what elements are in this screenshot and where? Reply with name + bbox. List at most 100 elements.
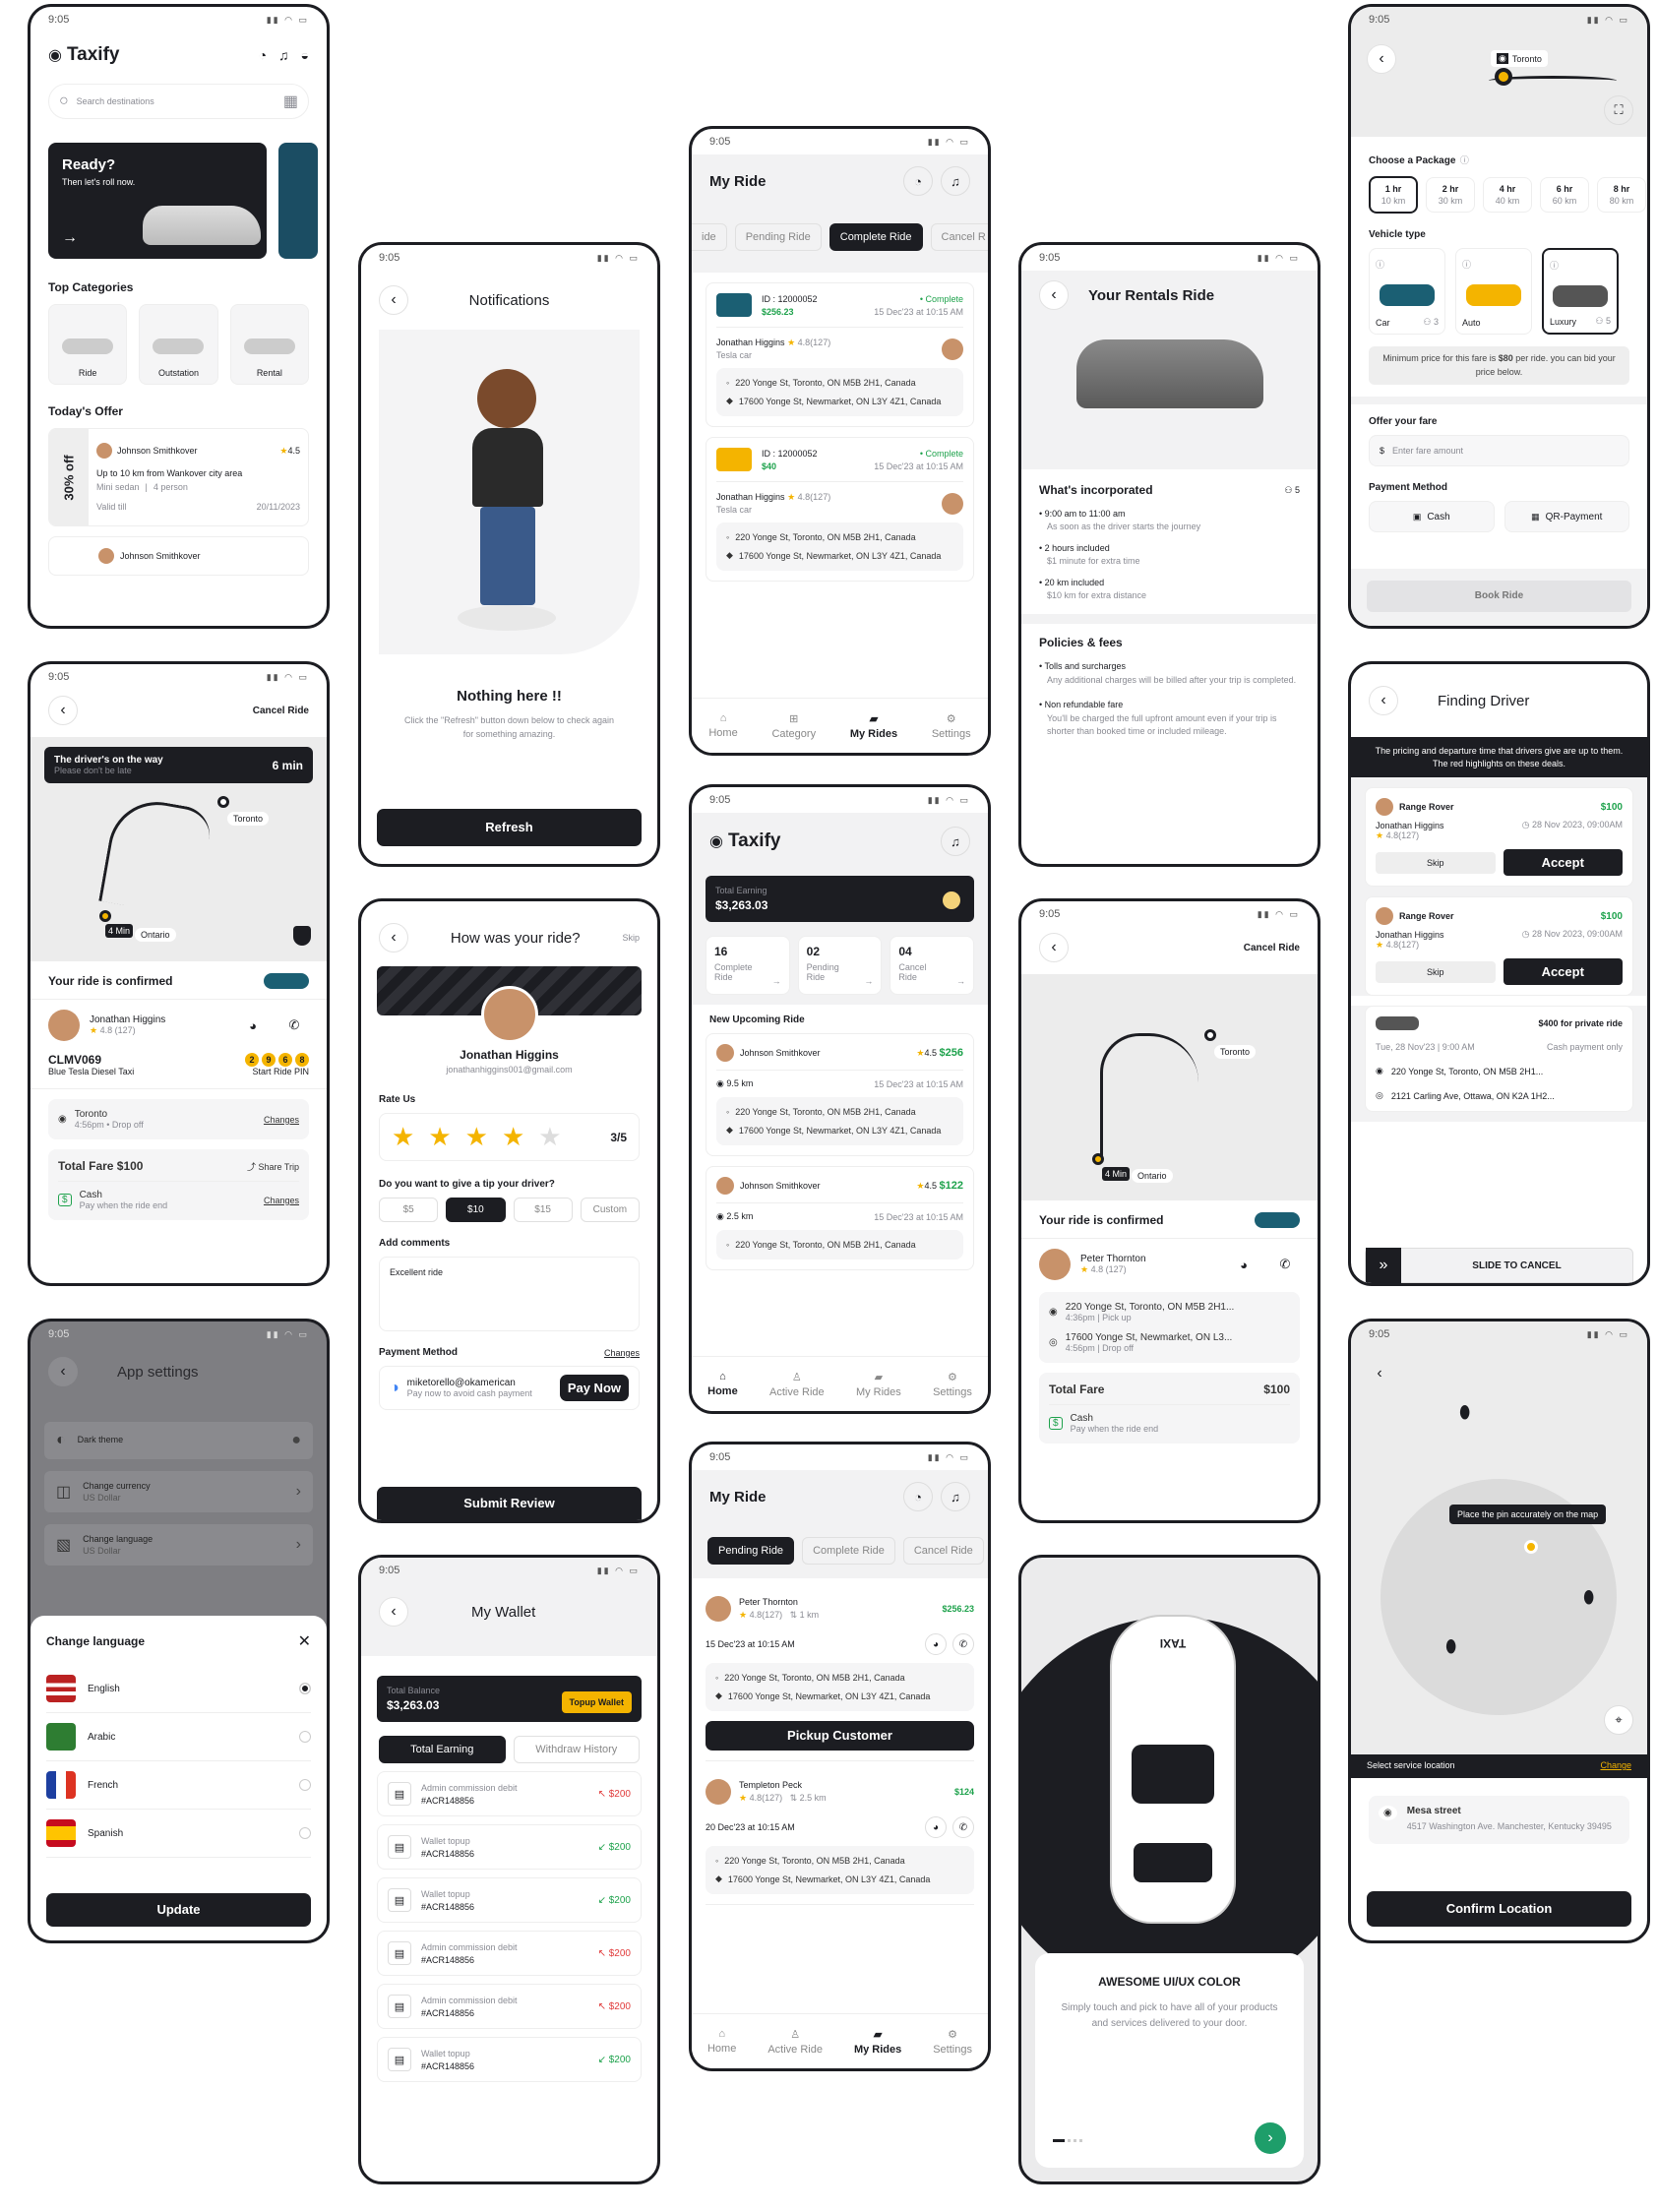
language-option[interactable]: Spanish: [46, 1810, 311, 1858]
changes-link[interactable]: Changes: [264, 1196, 299, 1205]
nav-active-ride[interactable]: ♙ Active Ride: [767, 2028, 823, 2056]
tip-option[interactable]: $5: [379, 1198, 439, 1222]
settings-item[interactable]: ◫ Change currency US Dollar ›: [44, 1471, 313, 1512]
pending-ride-card[interactable]: Templeton Peck ★ 4.8(127) ⇅ 2.5 km $124 20 …: [706, 1769, 974, 1905]
tab-complete[interactable]: Complete Ride: [802, 1537, 895, 1565]
arrow-right-icon[interactable]: →: [62, 229, 78, 247]
transaction-item[interactable]: ▤ Wallet topup #ACR148856 ↙ $200: [377, 1877, 642, 1923]
topup-button[interactable]: Topup Wallet: [561, 1691, 632, 1713]
back-button[interactable]: ‹: [1367, 44, 1396, 74]
changes-link[interactable]: Changes: [264, 1115, 299, 1125]
promo-banner[interactable]: Ready? Then let's roll now. →: [48, 143, 267, 259]
offer-card[interactable]: 30% off Johnson Smithkover ★4.5 Up to 10 …: [48, 428, 309, 526]
chat-icon[interactable]: ◕: [238, 1011, 268, 1040]
back-button[interactable]: ‹: [379, 923, 408, 952]
nav-settings[interactable]: ⚙ Settings: [933, 2028, 972, 2056]
star-icon[interactable]: ★: [502, 1122, 524, 1152]
settings-item[interactable]: ◐ Dark theme ●: [44, 1422, 313, 1459]
vehicle-option[interactable]: ⓘ Auto: [1455, 248, 1532, 335]
cancel-ride-link[interactable]: Cancel Ride: [1244, 943, 1300, 953]
nav-settings[interactable]: ⚙ Settings: [932, 712, 971, 740]
map-view[interactable]: 9:05 ▮▮ ◠ ▭ ‹ ⬮ Place the pin accurately …: [1351, 1321, 1647, 1754]
map-view[interactable]: Toronto 4 Min Ontario: [1021, 974, 1318, 1200]
accept-button[interactable]: Accept: [1503, 849, 1623, 877]
settings-item[interactable]: ▧ Change language US Dollar ›: [44, 1524, 313, 1566]
nav-active-ride[interactable]: ♙ Active Ride: [769, 1371, 825, 1398]
skip-button[interactable]: Skip: [1376, 851, 1496, 874]
nav-category[interactable]: ⊞ Category: [771, 712, 816, 740]
star-icon[interactable]: ★: [538, 1122, 561, 1152]
language-option[interactable]: French: [46, 1761, 311, 1810]
map-view[interactable]: 9:05 ▮▮ ◠ ▭ ‹ ◉ Toronto ⛶: [1351, 7, 1647, 137]
language-option[interactable]: Arabic: [46, 1713, 311, 1761]
star-icon[interactable]: ★: [428, 1122, 451, 1152]
nav-my-rides[interactable]: ▰ My Rides: [856, 1371, 901, 1398]
phone-icon[interactable]: ✆: [952, 1816, 974, 1838]
star-icon[interactable]: ★: [392, 1122, 414, 1152]
package-option[interactable]: 2 hr 30 km: [1426, 177, 1475, 213]
language-option[interactable]: English: [46, 1665, 311, 1713]
support-icon[interactable]: ◔: [903, 1482, 933, 1511]
update-button[interactable]: Update: [46, 1893, 311, 1927]
package-option[interactable]: 6 hr 60 km: [1540, 177, 1589, 213]
bell-icon[interactable]: ♫: [941, 1482, 970, 1511]
support-icon[interactable]: ◔: [259, 47, 267, 63]
nav-home[interactable]: ⌂ Home: [707, 2028, 736, 2055]
category-rental[interactable]: Rental: [229, 304, 309, 385]
phone-icon[interactable]: ✆: [952, 1633, 974, 1655]
back-button[interactable]: ‹: [1039, 280, 1069, 310]
wallet-icon[interactable]: ◒: [301, 47, 309, 63]
close-icon[interactable]: ✕: [298, 1631, 311, 1651]
radio-button[interactable]: [299, 1779, 311, 1791]
transaction-item[interactable]: ▤ Wallet topup #ACR148856 ↙ $200: [377, 1824, 642, 1870]
back-button[interactable]: ‹: [1369, 686, 1398, 715]
ride-card[interactable]: ID : 12000052 $256.23 • Complete 15 Dec'23…: [706, 282, 974, 427]
tip-option[interactable]: $15: [513, 1198, 573, 1222]
ride-card[interactable]: ID : 12000052 $40 • Complete 15 Dec'23 at …: [706, 437, 974, 582]
fare-input[interactable]: Enter fare amount: [1392, 446, 1463, 456]
selected-pin[interactable]: [1524, 1540, 1538, 1554]
nav-home[interactable]: ⌂ Home: [708, 712, 737, 739]
star-icon[interactable]: ★: [465, 1122, 488, 1152]
transaction-item[interactable]: ▤ Wallet topup #ACR148856 ↙ $200: [377, 2037, 642, 2082]
package-option[interactable]: 8 hr 80 km: [1597, 177, 1646, 213]
tab-complete[interactable]: Complete Ride: [828, 223, 923, 251]
cancel-ride-link[interactable]: Cancel Ride: [253, 706, 309, 716]
transaction-item[interactable]: ▤ Admin commission debit #ACR148856 ↖ $200: [377, 1931, 642, 1976]
category-outstation[interactable]: Outstation: [139, 304, 218, 385]
bell-icon[interactable]: ♫: [941, 166, 970, 196]
pending-ride-card[interactable]: Peter Thornton ★ 4.8(127) ⇅ 1 km $256.23 15…: [706, 1586, 974, 1761]
confirm-location-button[interactable]: Confirm Location: [1367, 1891, 1631, 1927]
chat-icon[interactable]: ◕: [925, 1633, 947, 1655]
tab-previous[interactable]: ide: [692, 223, 727, 251]
support-icon[interactable]: ◔: [903, 166, 933, 196]
upcoming-ride-card[interactable]: Johnson Smithkover ★4.5 $256 ◉ 9.5 km 15 De…: [706, 1033, 974, 1156]
tip-option[interactable]: Custom: [580, 1198, 640, 1222]
nav-my-rides[interactable]: ▰ My Rides: [854, 2028, 901, 2056]
tab-cancel[interactable]: Cancel Ride: [902, 1537, 984, 1565]
refresh-button[interactable]: Refresh: [377, 809, 642, 846]
tab-cancel[interactable]: Cancel R: [930, 223, 988, 251]
category-ride[interactable]: Ride: [48, 304, 128, 385]
nav-my-rides[interactable]: ▰ My Rides: [850, 712, 897, 740]
package-option[interactable]: 1 hr 10 km: [1369, 176, 1418, 214]
nav-settings[interactable]: ⚙ Settings: [933, 1371, 972, 1398]
phone-icon[interactable]: ✆: [279, 1011, 309, 1040]
back-button[interactable]: ‹: [379, 1597, 408, 1627]
skip-button[interactable]: Skip: [1376, 960, 1496, 983]
transaction-item[interactable]: ▤ Admin commission debit #ACR148856 ↖ $200: [377, 1984, 642, 2029]
accept-button[interactable]: Accept: [1503, 958, 1623, 986]
next-button[interactable]: ›: [1255, 2122, 1286, 2154]
comment-input[interactable]: Excellent ride: [379, 1257, 640, 1331]
phone-icon[interactable]: ✆: [1270, 1250, 1300, 1279]
submit-review-button[interactable]: Submit Review: [377, 1487, 642, 1520]
calendar-icon[interactable]: ▦: [283, 92, 298, 111]
chat-icon[interactable]: ◕: [1229, 1250, 1258, 1279]
stat-card[interactable]: 04 Cancel Ride →: [890, 936, 975, 995]
tab-pending[interactable]: Pending Ride: [707, 1537, 795, 1565]
back-button[interactable]: ‹: [1365, 1359, 1394, 1388]
radio-button[interactable]: [299, 1827, 311, 1839]
radio-button[interactable]: [299, 1731, 311, 1743]
back-button[interactable]: ‹: [1039, 933, 1069, 962]
map-view[interactable]: The driver's on the way Please don't be l…: [31, 737, 327, 961]
